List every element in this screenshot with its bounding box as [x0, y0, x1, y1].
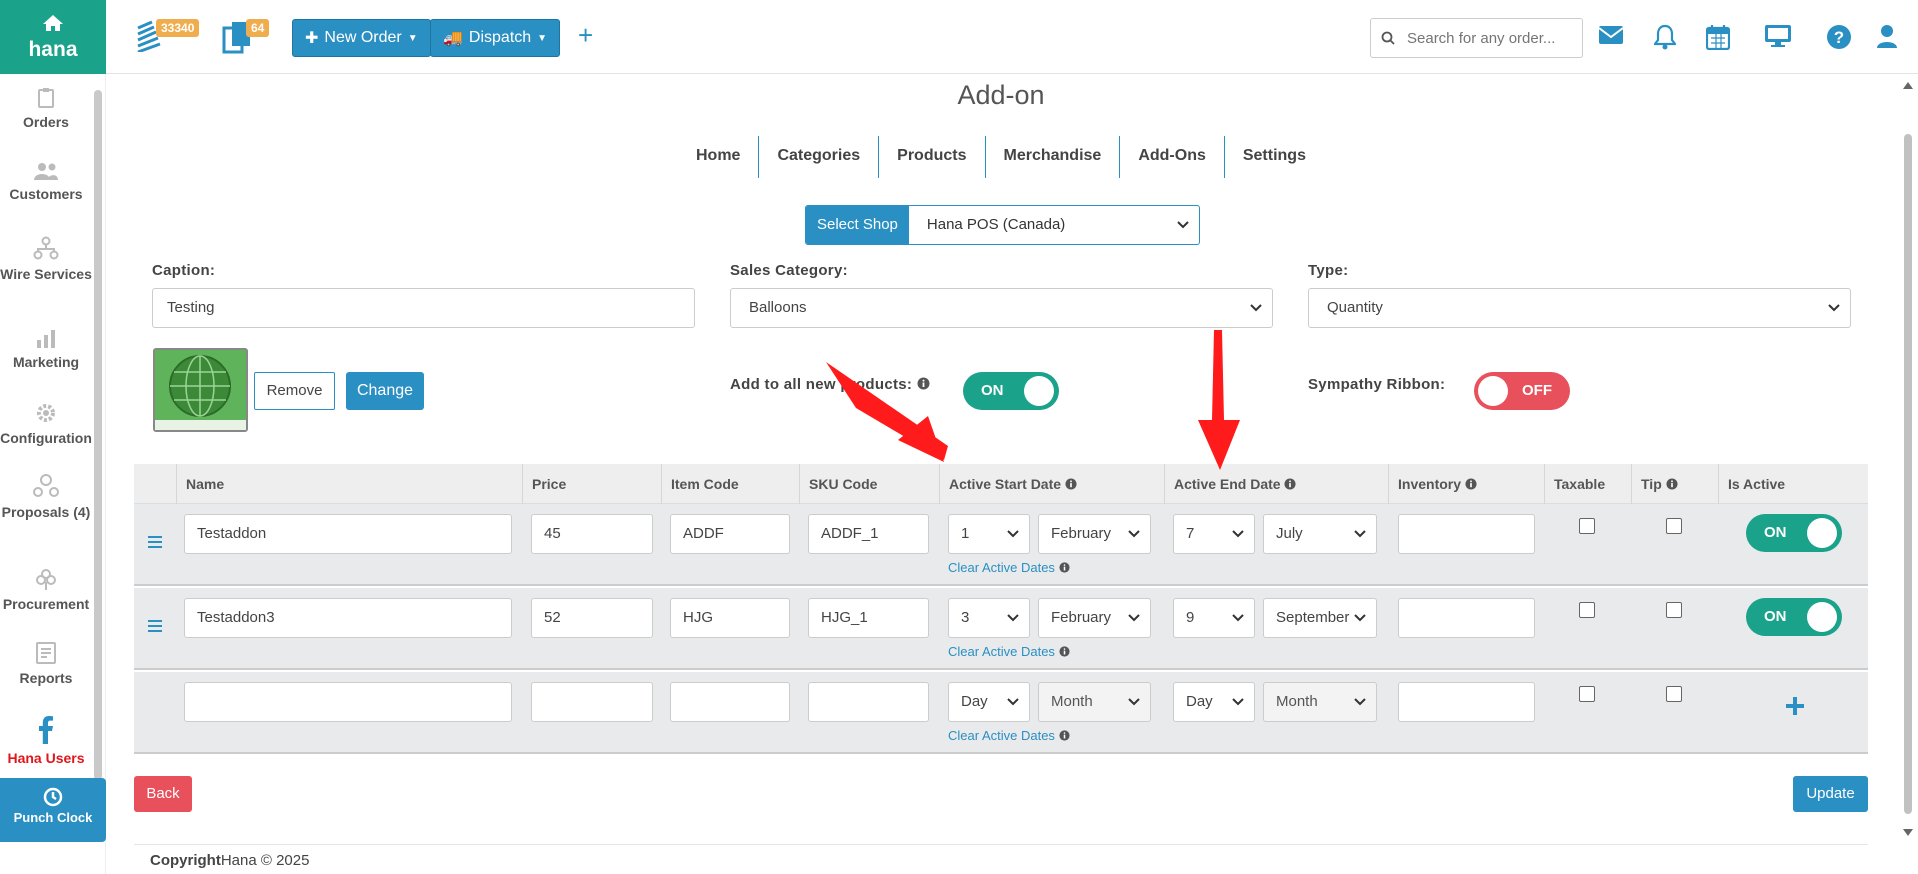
copyright-bold: Copyright — [150, 852, 221, 869]
footer-divider — [134, 844, 1868, 845]
scrollbar-thumb[interactable] — [1904, 134, 1912, 814]
footer: CopyrightHana © 2025 — [150, 852, 309, 869]
annotation-arrow-end-date — [1198, 330, 1240, 470]
copyright-text: Hana © 2025 — [220, 852, 310, 869]
scroll-up-icon[interactable] — [1902, 80, 1914, 90]
annotation-arrow-start-date — [826, 362, 948, 462]
page-scrollbar[interactable] — [1902, 74, 1914, 844]
scroll-down-icon[interactable] — [1902, 828, 1914, 838]
annotation-arrows-overlay — [826, 330, 1240, 470]
